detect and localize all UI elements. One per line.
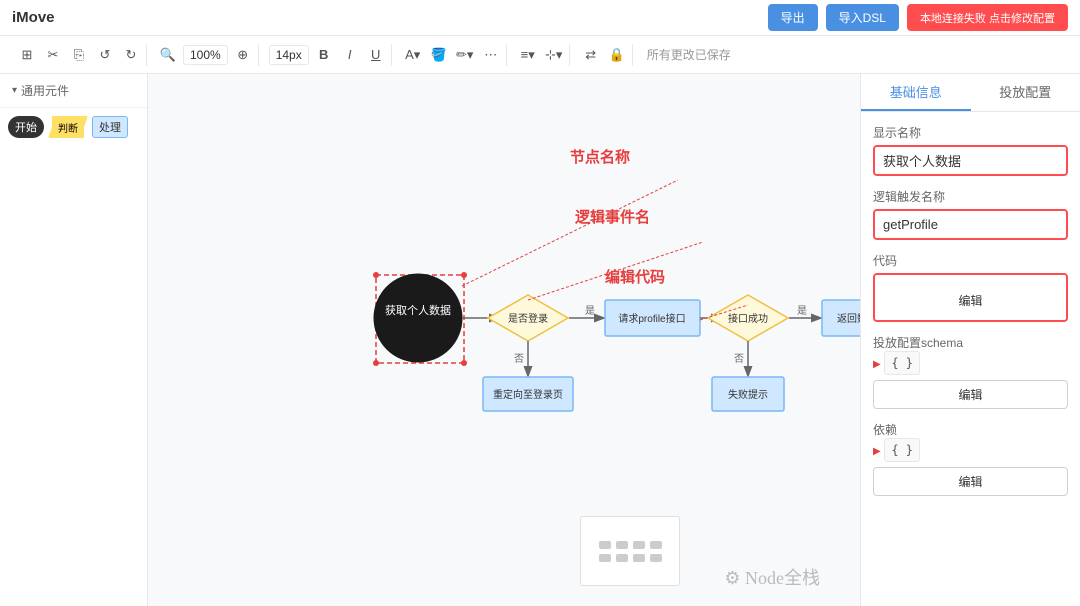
export-button[interactable]: 导出 [768,4,818,31]
sidebar-header: ▾ 通用元件 [0,74,147,108]
undo-icon[interactable]: ↺ [94,44,116,66]
toolbar-zoom-section: 🔍 100% ⊕ [153,44,259,66]
svg-text:否: 否 [734,353,744,365]
chevron-down-icon: ▾ [12,85,17,96]
flip-icon[interactable]: ⇄ [580,44,602,66]
thumb-dot [616,541,628,549]
deploy-schema-code: { } [884,351,920,375]
svg-text:请求profile接口: 请求profile接口 [618,312,685,325]
svg-text:返回数据: 返回数据 [837,312,860,325]
dependency-group: 依赖 ▶ { } 编辑 [873,421,1068,496]
toolbar-align-section: ≡▾ ⊹▾ [513,44,570,66]
distribute-icon[interactable]: ⊹▾ [543,44,565,66]
extra-icon[interactable]: ⋯ [480,44,502,66]
display-name-label: 显示名称 [873,124,1068,141]
tab-deploy[interactable]: 投放配置 [971,74,1080,111]
header-buttons: 导出 导入DSL 本地连接失败 点击修改配置 [768,4,1068,31]
toolbar: ⊞ ✂ ⎘ ↺ ↻ 🔍 100% ⊕ 14px B I U A▾ 🪣 ✏▾ ⋯ … [0,36,1080,74]
code-group: 代码 编辑 [873,252,1068,322]
svg-text:否: 否 [514,353,524,365]
cut-icon[interactable]: ✂ [42,44,64,66]
zoom-in-icon[interactable]: ⊕ [232,44,254,66]
logic-name-group: 逻辑触发名称 [873,188,1068,240]
header: iMove 导出 导入DSL 本地连接失败 点击修改配置 [0,0,1080,36]
thumb-dot [633,554,645,562]
flow-diagram: 获取个人数据 是否登录 是 请求profile接口 接口成功 是 [148,74,860,606]
main-area: ▾ 通用元件 开始 判断 处理 [0,74,1080,606]
saved-status: 所有更改已保存 [647,46,731,63]
copy-icon[interactable]: ⎘ [68,44,90,66]
panel-tabs: 基础信息 投放配置 [861,74,1080,112]
canvas[interactable]: 获取个人数据 是否登录 是 请求profile接口 接口成功 是 [148,74,860,606]
logic-name-input[interactable] [873,209,1068,240]
thumbnail-box [580,516,680,586]
thumbnail-dots [599,541,662,562]
display-name-input[interactable] [873,145,1068,176]
svg-text:失败提示: 失败提示 [728,388,768,401]
dependency-label: 依赖 [873,421,1068,438]
thumb-dot [599,554,611,562]
svg-text:接口成功: 接口成功 [728,312,768,325]
svg-text:是否登录: 是否登录 [508,312,548,325]
font-color-icon[interactable]: A▾ [402,44,424,66]
toolbar-font-section: 14px B I U [265,44,392,66]
stroke-color-icon[interactable]: ✏▾ [454,44,476,66]
deploy-schema-group: 投放配置schema ▶ { } 编辑 [873,334,1068,409]
process-node-shape: 处理 [92,116,128,138]
toolbar-grid-section: ⊞ ✂ ⎘ ↺ ↻ [12,44,147,66]
annotation-logic-name: 逻辑事件名 [575,206,650,227]
underline-icon[interactable]: U [365,44,387,66]
panel-content: 显示名称 逻辑触发名称 代码 编辑 投放配置schema ▶ { } [861,112,1080,606]
dependency-triangle: ▶ [873,446,881,457]
code-label: 代码 [873,252,1068,269]
logic-name-label: 逻辑触发名称 [873,188,1068,205]
deploy-schema-label: 投放配置schema [873,334,1068,351]
grid-icon[interactable]: ⊞ [16,44,38,66]
redo-icon[interactable]: ↻ [120,44,142,66]
annotation-node-name: 节点名称 [570,146,630,167]
node-item-diamond[interactable]: 判断 [52,116,84,138]
app-logo: iMove [12,9,55,26]
right-panel: 基础信息 投放配置 显示名称 逻辑触发名称 代码 编辑 [860,74,1080,606]
sidebar-title: 通用元件 [21,82,69,99]
sidebar-nodes: 开始 判断 处理 [0,108,147,146]
bold-icon[interactable]: B [313,44,335,66]
lock-icon[interactable]: 🔒 [606,44,628,66]
toolbar-extra-section: ⇄ 🔒 [576,44,633,66]
code-edit-button[interactable]: 编辑 [881,287,1060,314]
thumb-dot [616,554,628,562]
annotation-edit-code: 编辑代码 [605,266,665,287]
start-node-shape: 开始 [8,116,44,138]
align-icon[interactable]: ≡▾ [517,44,539,66]
sidebar: ▾ 通用元件 开始 判断 处理 [0,74,148,606]
zoom-out-icon[interactable]: 🔍 [157,44,179,66]
node-item-process[interactable]: 处理 [92,116,128,138]
svg-text:重定向至登录页: 重定向至登录页 [493,388,563,401]
diamond-node-shape: 判断 [52,116,84,138]
svg-text:是: 是 [585,305,595,317]
connection-warning-button[interactable]: 本地连接失败 点击修改配置 [907,4,1068,31]
italic-icon[interactable]: I [339,44,361,66]
deploy-schema-triangle: ▶ [873,359,881,370]
node-item-start[interactable]: 开始 [8,116,44,138]
svg-text:是: 是 [797,305,807,317]
thumb-dot [599,541,611,549]
dependency-code: { } [884,438,920,462]
fill-color-icon[interactable]: 🪣 [428,44,450,66]
thumb-dot [650,554,662,562]
toolbar-color-section: A▾ 🪣 ✏▾ ⋯ [398,44,507,66]
zoom-level[interactable]: 100% [183,45,228,65]
deploy-schema-edit-button[interactable]: 编辑 [873,380,1068,409]
thumb-dot [650,541,662,549]
thumb-dot [633,541,645,549]
display-name-group: 显示名称 [873,124,1068,176]
watermark: ⚙ Node全栈 [724,564,820,590]
svg-text:获取个人数据: 获取个人数据 [385,303,451,317]
dependency-edit-button[interactable]: 编辑 [873,467,1068,496]
import-dsl-button[interactable]: 导入DSL [826,4,899,31]
font-size[interactable]: 14px [269,45,309,65]
tab-basic[interactable]: 基础信息 [861,74,971,111]
